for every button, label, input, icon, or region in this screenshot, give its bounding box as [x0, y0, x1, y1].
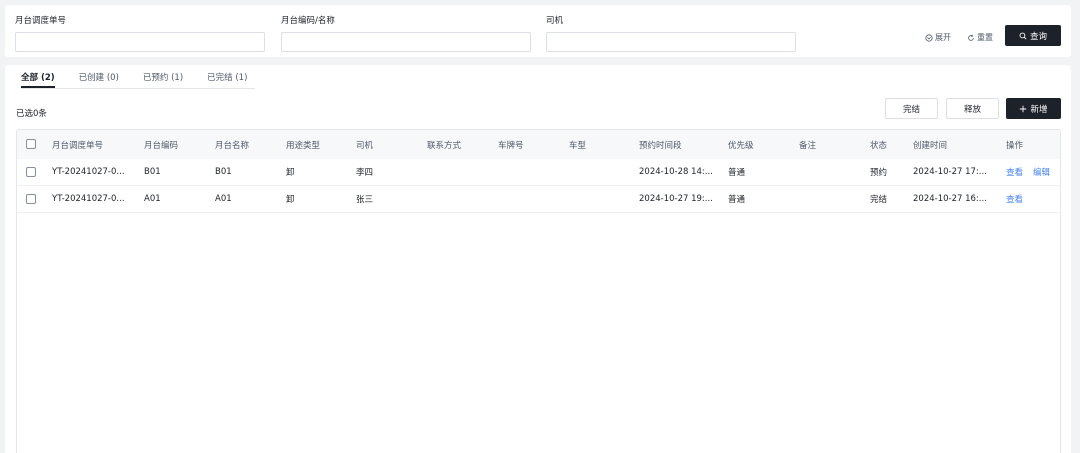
column-header: 月台编码 — [144, 130, 178, 159]
dock-name-cell: B01 — [215, 167, 232, 177]
tab-all[interactable]: 全部 (2) — [21, 72, 55, 88]
column-header: 预约时间段 — [639, 130, 682, 159]
dock-code-cell: A01 — [144, 194, 161, 204]
add-button[interactable]: 新增 — [1006, 98, 1061, 119]
tab-created[interactable]: 已创建 (0) — [79, 72, 119, 88]
dock-code-field: 月台编码/名称 — [281, 15, 531, 52]
created-time-cell: 2024-10-27 17:... — [913, 167, 987, 177]
status-tabs: 全部 (2) 已创建 (0) 已预约 (1) 已完结 (1) — [21, 72, 247, 88]
dispatch-no-field: 月台调度单号 — [15, 15, 265, 52]
view-link[interactable]: 查看 — [1006, 159, 1023, 185]
column-header: 创建时间 — [913, 130, 947, 159]
selected-count: 已选0条 — [16, 109, 47, 119]
dock-code-label: 月台编码/名称 — [281, 16, 335, 26]
column-header: 状态 — [870, 130, 887, 159]
driver-field: 司机 — [546, 15, 796, 52]
table-row: YT-20241027-0... B01 B01 卸 李四 2024-10-28… — [17, 159, 1060, 186]
driver-label: 司机 — [546, 16, 564, 26]
reservation-time-cell: 2024-10-28 14:... — [639, 167, 713, 177]
table-header: 月台调度单号 月台编码 月台名称 用途类型 司机 联系方式 车牌号 车型 预约时… — [17, 130, 1060, 159]
reset-button[interactable]: 重置 — [967, 32, 993, 43]
tab-completed[interactable]: 已完结 (1) — [207, 72, 247, 88]
main-panel: 全部 (2) 已创建 (0) 已预约 (1) 已完结 (1) 已选0条 完结 释… — [5, 65, 1071, 453]
column-header: 车型 — [569, 130, 586, 159]
row-checkbox[interactable] — [26, 194, 36, 204]
tab-reserved[interactable]: 已预约 (1) — [143, 72, 183, 88]
edit-link[interactable]: 编辑 — [1033, 159, 1050, 185]
column-header: 用途类型 — [286, 130, 320, 159]
plus-icon — [1020, 105, 1027, 112]
driver-input[interactable] — [546, 32, 796, 52]
dispatch-no-cell: YT-20241027-0... — [52, 194, 125, 204]
select-all-checkbox[interactable] — [26, 139, 36, 149]
reset-label: 重置 — [977, 33, 993, 42]
dispatch-no-input[interactable] — [15, 32, 265, 52]
column-header: 车牌号 — [498, 130, 524, 159]
release-button[interactable]: 释放 — [946, 98, 999, 119]
dispatch-table: 月台调度单号 月台编码 月台名称 用途类型 司机 联系方式 车牌号 车型 预约时… — [16, 129, 1061, 453]
column-header: 月台调度单号 — [52, 140, 104, 151]
dispatch-no-cell: YT-20241027-0... — [52, 167, 125, 177]
column-header: 操作 — [1006, 130, 1023, 159]
usage-type-cell: 卸 — [286, 168, 295, 178]
status-cell: 完结 — [870, 195, 888, 205]
refresh-icon — [968, 34, 974, 41]
row-checkbox[interactable] — [26, 167, 36, 177]
dispatch-no-label: 月台调度单号 — [15, 16, 67, 26]
column-header: 联系方式 — [427, 130, 461, 159]
query-label: 查询 — [1029, 31, 1047, 42]
usage-type-cell: 卸 — [286, 195, 295, 205]
chevron-down-circle-icon — [925, 33, 933, 42]
driver-cell: 李四 — [356, 168, 374, 178]
add-label: 新增 — [1030, 104, 1048, 115]
priority-cell: 普通 — [728, 195, 746, 205]
dock-name-cell: A01 — [215, 194, 232, 204]
status-cell: 预约 — [870, 168, 888, 178]
column-header: 备注 — [799, 130, 816, 159]
search-icon — [1019, 32, 1027, 40]
table-row: YT-20241027-0... A01 A01 卸 张三 2024-10-27… — [17, 186, 1060, 213]
query-button[interactable]: 查询 — [1005, 25, 1061, 46]
view-link[interactable]: 查看 — [1006, 186, 1023, 212]
column-header: 优先级 — [728, 130, 754, 159]
dock-code-cell: B01 — [144, 167, 161, 177]
reservation-time-cell: 2024-10-27 19:... — [639, 194, 713, 204]
dock-code-input[interactable] — [281, 32, 531, 52]
expand-label: 展开 — [935, 33, 951, 42]
priority-cell: 普通 — [728, 168, 746, 178]
complete-button[interactable]: 完结 — [885, 98, 938, 119]
expand-button[interactable]: 展开 — [925, 32, 951, 43]
filter-panel: 月台调度单号 月台编码/名称 司机 展开 重置 查询 — [5, 5, 1071, 57]
tabs-divider — [21, 88, 255, 89]
driver-cell: 张三 — [356, 195, 374, 205]
column-header: 月台名称 — [215, 130, 249, 159]
column-header: 司机 — [356, 130, 373, 159]
created-time-cell: 2024-10-27 16:... — [913, 194, 987, 204]
